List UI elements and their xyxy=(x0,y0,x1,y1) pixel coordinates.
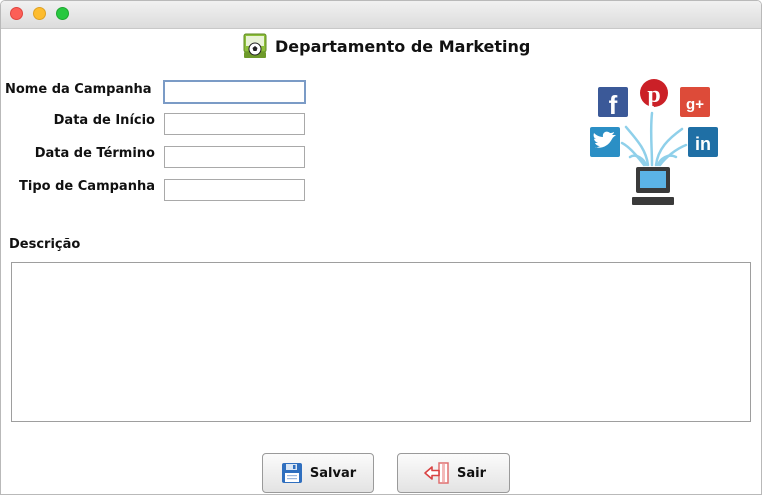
close-window-button[interactable] xyxy=(10,7,23,20)
save-button-label: Salvar xyxy=(309,465,357,481)
minimize-window-button[interactable] xyxy=(33,7,46,20)
svg-text:g+: g+ xyxy=(686,96,704,113)
save-button[interactable]: Salvar xyxy=(262,453,374,493)
title-bar[interactable] xyxy=(1,1,761,29)
floppy-disk-icon xyxy=(281,463,302,483)
app-window: Departamento de Marketing Nome da Campan… xyxy=(0,0,762,495)
campaign-type-label: Tipo de Campanha xyxy=(19,179,155,194)
campaign-name-input[interactable] xyxy=(163,80,306,104)
google-plus-icon: g+ xyxy=(680,87,710,117)
svg-text:f: f xyxy=(609,90,618,120)
start-date-input[interactable] xyxy=(164,113,305,135)
svg-text:in: in xyxy=(695,134,711,154)
svg-text:p: p xyxy=(647,82,660,108)
page-title: Departamento de Marketing xyxy=(275,36,531,56)
social-media-illustration: f p g+ in xyxy=(590,79,718,205)
pinterest-icon: p xyxy=(640,79,668,108)
linkedin-icon: in xyxy=(688,127,718,157)
start-date-label: Data de Início xyxy=(53,113,155,128)
exit-door-icon xyxy=(424,462,449,484)
page-header: Departamento de Marketing xyxy=(241,32,530,60)
maximize-window-button[interactable] xyxy=(56,7,69,20)
facebook-icon: f xyxy=(598,87,628,120)
soccer-ball-screen-icon xyxy=(243,33,267,58)
end-date-label: Data de Término xyxy=(34,146,155,161)
computer-icon xyxy=(632,167,674,205)
campaign-name-label: Nome da Campanha xyxy=(5,82,152,97)
twitter-icon xyxy=(590,127,620,157)
end-date-input[interactable] xyxy=(164,146,305,168)
description-textarea[interactable] xyxy=(11,262,751,422)
description-label: Descrição xyxy=(9,237,81,252)
exit-button[interactable]: Sair xyxy=(397,453,510,493)
exit-button-label: Sair xyxy=(456,465,486,481)
campaign-type-input[interactable] xyxy=(164,179,305,201)
